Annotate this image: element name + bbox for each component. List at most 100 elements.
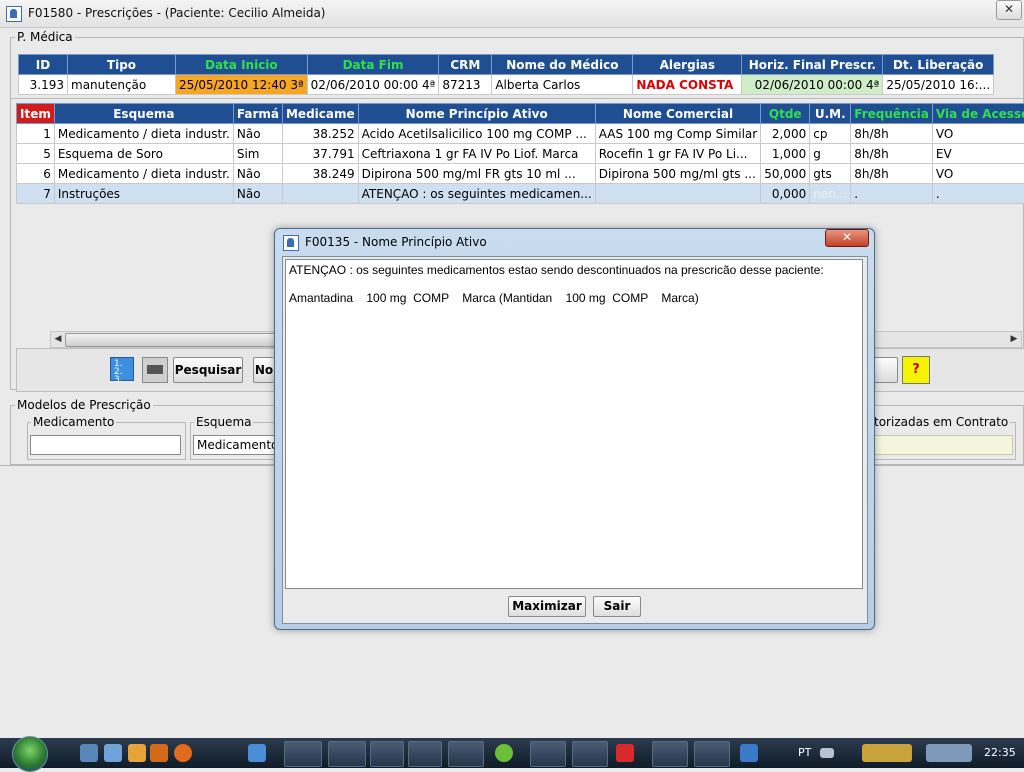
- network-icon[interactable]: [248, 744, 266, 762]
- cell-medicamento[interactable]: 38.252: [282, 124, 358, 144]
- dialog-text-area[interactable]: ATENÇAO : os seguintes medicamentos esta…: [285, 259, 863, 589]
- taskbar-ie-group[interactable]: [448, 741, 484, 767]
- help-icon[interactable]: ?: [902, 356, 930, 384]
- cell-medicamento[interactable]: 38.249: [282, 164, 358, 184]
- cell-um[interactable]: g: [810, 144, 851, 164]
- explorer-icon[interactable]: [104, 744, 122, 762]
- cell-nome-principio[interactable]: Ceftriaxona 1 gr FA IV Po Liof. Marca: [358, 144, 595, 164]
- cell-nome-principio[interactable]: ATENÇAO : os seguintes medicamen...: [358, 184, 595, 204]
- language-indicator[interactable]: PT: [798, 746, 811, 759]
- messenger-icon[interactable]: [495, 744, 513, 762]
- medicamento-input[interactable]: [30, 435, 181, 455]
- volume-icon[interactable]: [926, 744, 972, 762]
- cell-item[interactable]: 7: [17, 184, 55, 204]
- keyboard-icon[interactable]: [820, 748, 834, 758]
- remote-desktop-icon[interactable]: [740, 744, 758, 762]
- cell-nome-medico[interactable]: Alberta Carlos: [492, 75, 633, 95]
- cell-crm[interactable]: 87213: [439, 75, 492, 95]
- cell-nome-principio[interactable]: Acido Acetilsalicilico 100 mg COMP ...: [358, 124, 595, 144]
- cell-nome-principio[interactable]: Dipirona 500 mg/ml FR gts 10 ml ...: [358, 164, 595, 184]
- cell-nome-comercial[interactable]: [595, 184, 760, 204]
- scroll-right-icon[interactable]: ▶: [1007, 332, 1021, 347]
- esquema-legend: Esquema: [194, 415, 253, 429]
- dialog-close-button[interactable]: ✕: [825, 229, 869, 247]
- cell-alergias[interactable]: NADA CONSTA: [633, 75, 742, 95]
- title-bar: F01580 - Prescrições - (Paciente: Cecili…: [0, 0, 1024, 28]
- table-row[interactable]: 6 Medicamento / dieta industr. Não 38.24…: [17, 164, 1024, 184]
- taskbar-folder-group[interactable]: [370, 741, 404, 767]
- cell-data-fim[interactable]: 02/06/2010 00:00 4ª: [307, 75, 439, 95]
- cell-qtde[interactable]: 2,000: [761, 124, 810, 144]
- medical-info-row[interactable]: 3.193 manutenção 25/05/2010 12:40 3ª 02/…: [19, 75, 994, 95]
- cell-item[interactable]: 6: [17, 164, 55, 184]
- taskbar-calc-group[interactable]: [530, 741, 566, 767]
- cell-id[interactable]: 3.193: [19, 75, 68, 95]
- scroll-left-icon[interactable]: ◀: [51, 332, 65, 347]
- cell-item[interactable]: 5: [17, 144, 55, 164]
- esquema-input[interactable]: Medicamento: [193, 435, 280, 455]
- cell-farma[interactable]: Sim: [233, 144, 282, 164]
- cell-via-acesso[interactable]: VO: [932, 124, 1024, 144]
- taskbar-notepad-group[interactable]: [408, 741, 442, 767]
- cell-um[interactable]: nen...: [810, 184, 851, 204]
- cell-frequencia[interactable]: 8h/8h: [851, 164, 933, 184]
- cell-farma[interactable]: Não: [233, 184, 282, 204]
- numbered-list-icon[interactable]: 1. 2. 3.: [110, 357, 134, 381]
- col-esquema: Esquema: [54, 104, 233, 124]
- cell-esquema[interactable]: Esquema de Soro: [54, 144, 233, 164]
- cell-tipo[interactable]: manutenção: [68, 75, 176, 95]
- desktop-icon[interactable]: [80, 744, 98, 762]
- firefox-icon[interactable]: [174, 744, 192, 762]
- media-icon[interactable]: [128, 744, 146, 762]
- taskbar-skype-group[interactable]: [328, 741, 366, 767]
- cell-nome-comercial[interactable]: Rocefin 1 gr FA IV Po Li...: [595, 144, 760, 164]
- cell-um[interactable]: cp: [810, 124, 851, 144]
- table-row[interactable]: 5 Esquema de Soro Sim 37.791 Ceftriaxona…: [17, 144, 1024, 164]
- cell-qtde[interactable]: 0,000: [761, 184, 810, 204]
- taskbar-printer-group[interactable]: [572, 741, 608, 767]
- cell-via-acesso[interactable]: EV: [932, 144, 1024, 164]
- partial-button[interactable]: No: [253, 357, 274, 383]
- cell-data-inicio[interactable]: 25/05/2010 12:40 3ª: [176, 75, 308, 95]
- hidden-button[interactable]: [872, 357, 898, 383]
- cell-esquema[interactable]: Medicamento / dieta industr.: [54, 164, 233, 184]
- cell-esquema[interactable]: Medicamento / dieta industr.: [54, 124, 233, 144]
- pdf-icon[interactable]: [616, 744, 634, 762]
- taskbar-app-group[interactable]: [652, 741, 688, 767]
- table-row[interactable]: 1 Medicamento / dieta industr. Não 38.25…: [17, 124, 1024, 144]
- cell-via-acesso[interactable]: .: [932, 184, 1024, 204]
- cell-qtde[interactable]: 1,000: [761, 144, 810, 164]
- cell-qtde[interactable]: 50,000: [761, 164, 810, 184]
- cell-um[interactable]: gts: [810, 164, 851, 184]
- cell-frequencia[interactable]: .: [851, 184, 933, 204]
- cell-frequencia[interactable]: 8h/8h: [851, 144, 933, 164]
- clock[interactable]: 22:35: [984, 746, 1016, 759]
- taskbar-firefox-group[interactable]: [694, 741, 730, 767]
- cell-via-acesso[interactable]: VO: [932, 164, 1024, 184]
- window-close-button[interactable]: ✕: [996, 0, 1022, 20]
- maximize-button[interactable]: Maximizar: [508, 596, 586, 617]
- taskbar-java-group[interactable]: [284, 741, 322, 767]
- java-icon[interactable]: [150, 744, 168, 762]
- printer-icon[interactable]: [142, 357, 168, 383]
- cell-horiz-final[interactable]: 02/06/2010 00:00 4ª: [742, 75, 883, 95]
- tray-icons[interactable]: [862, 744, 912, 762]
- cell-nome-comercial[interactable]: AAS 100 mg Comp Similar: [595, 124, 760, 144]
- cell-medicamento[interactable]: [282, 184, 358, 204]
- cell-nome-comercial[interactable]: Dipirona 500 mg/ml gts ...: [595, 164, 760, 184]
- cell-esquema[interactable]: Instruções: [54, 184, 233, 204]
- cell-medicamento[interactable]: 37.791: [282, 144, 358, 164]
- cell-farma[interactable]: Não: [233, 164, 282, 184]
- start-button[interactable]: [12, 736, 48, 772]
- search-button[interactable]: Pesquisar: [173, 357, 243, 383]
- exit-button[interactable]: Sair: [593, 596, 641, 617]
- p-medica-legend: P. Médica: [15, 30, 75, 44]
- cell-dt-liberacao[interactable]: 25/05/2010 16:...: [883, 75, 994, 95]
- cell-frequencia[interactable]: 8h/8h: [851, 124, 933, 144]
- cell-item[interactable]: 1: [17, 124, 55, 144]
- contrato-input[interactable]: [872, 435, 1013, 455]
- col-data-inicio: Data Inicio: [176, 55, 308, 75]
- window-title: F01580 - Prescrições - (Paciente: Cecili…: [28, 6, 325, 20]
- table-row-selected[interactable]: 7 Instruções Não ATENÇAO : os seguintes …: [17, 184, 1024, 204]
- cell-farma[interactable]: Não: [233, 124, 282, 144]
